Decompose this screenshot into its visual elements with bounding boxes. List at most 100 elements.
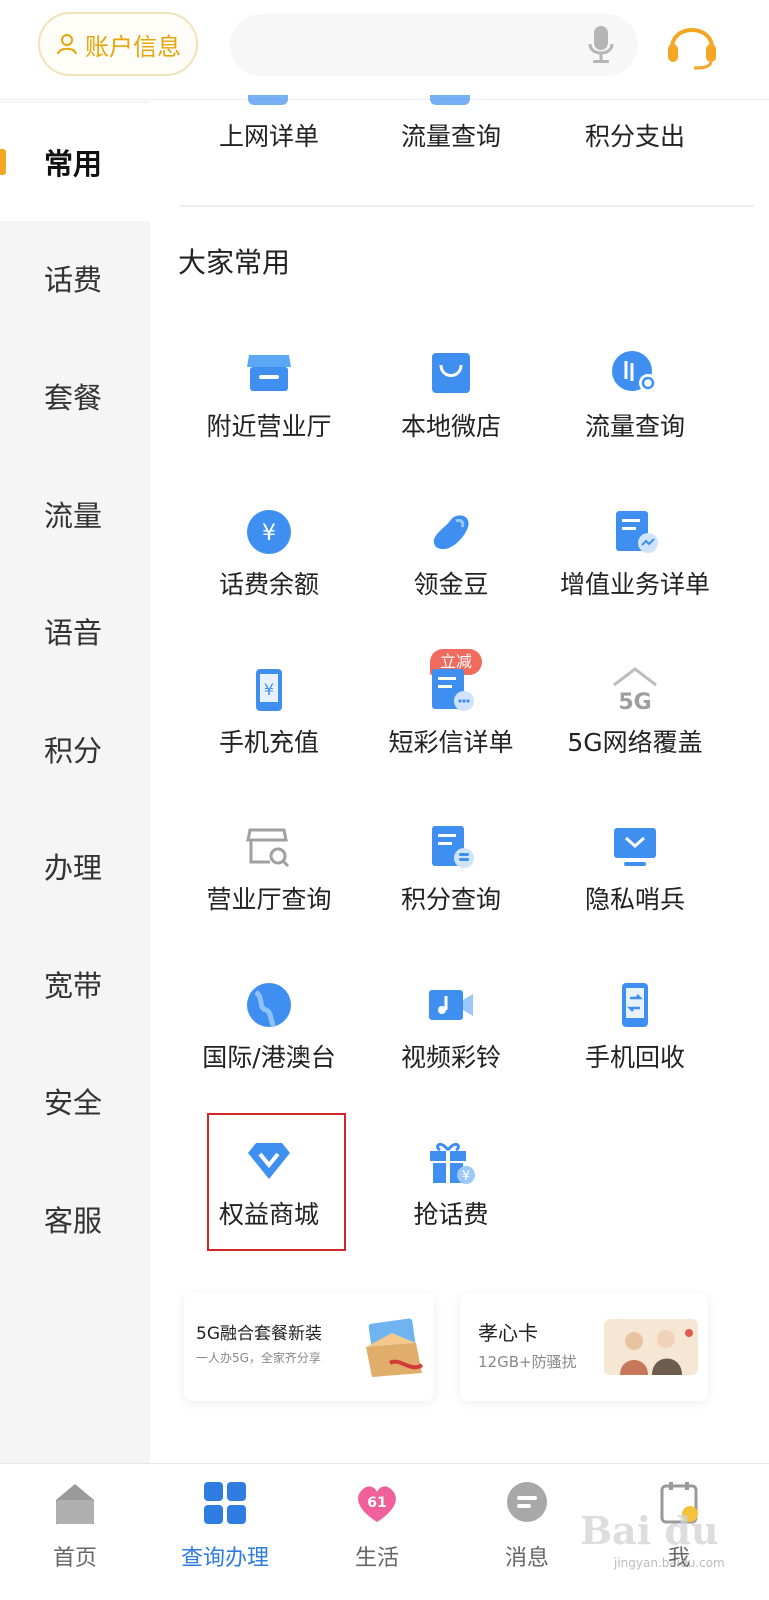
grid-item-label: 抢话费: [413, 1200, 489, 1229]
search-input[interactable]: [230, 14, 638, 76]
sidebar-item-label: 语音: [44, 616, 103, 650]
account-info-label: 账户信息: [85, 32, 181, 61]
sidebar-item-phone-bill[interactable]: 话费: [0, 219, 150, 337]
document-message-icon: [432, 669, 474, 711]
grid-item-label: 增值业务详单: [559, 570, 710, 599]
video-ringtone-icon: [429, 990, 473, 1020]
bill-balance-button[interactable]: ¥ 话费余额: [174, 507, 364, 647]
home-icon: [56, 1484, 94, 1524]
data-query-button[interactable]: 流量查询: [540, 349, 730, 489]
sidebar-item-security[interactable]: 安全: [0, 1042, 150, 1160]
phone-topup-button[interactable]: ¥ 手机充值: [174, 665, 364, 805]
internet-detail-link[interactable]: 上网详单: [174, 117, 364, 153]
data-query-icon: [612, 351, 657, 392]
nav-label: 首页: [52, 1546, 97, 1571]
grid-item-label: 话费余额: [218, 570, 319, 599]
grid-item-label: 营业厅查询: [206, 885, 332, 914]
sidebar-item-label: 话费: [44, 263, 103, 297]
grab-bill-credit-button[interactable]: ¥ 抢话费: [356, 1137, 546, 1277]
svg-text:¥: ¥: [264, 680, 274, 699]
sidebar-item-voice[interactable]: 语音: [0, 572, 150, 690]
section-divider: [180, 205, 754, 207]
grid-item-label: 本地微店: [400, 412, 501, 441]
grid-item-label: 短彩信详单: [388, 728, 514, 757]
bean-icon: [433, 515, 469, 550]
sidebar-item-label: 套餐: [44, 381, 103, 415]
sidebar-item-common[interactable]: 常用: [0, 103, 150, 221]
shopping-bag-icon: [432, 353, 470, 393]
5g-coverage-icon: 5G: [613, 667, 657, 715]
phone-recycle-icon: [622, 983, 648, 1027]
5g-coverage-button[interactable]: 5G 5G网络覆盖: [540, 665, 730, 805]
svg-text:5G: 5G: [618, 690, 651, 715]
top-bar: 账户信息: [0, 0, 769, 100]
sidebar-item-plan[interactable]: 套餐: [0, 337, 150, 455]
sidebar-item-label: 客服: [44, 1204, 103, 1238]
sms-mms-detail-button[interactable]: 短彩信详单: [356, 665, 546, 805]
grid-item-label: 5G网络覆盖: [567, 728, 703, 757]
highlight-box: [207, 1113, 346, 1251]
sidebar-item-broadband[interactable]: 宽带: [0, 925, 150, 1043]
document-chart-icon: [616, 511, 658, 553]
sidebar-item-label: 常用: [44, 147, 103, 181]
main-content: 上网详单 流量查询 积分支出 大家常用 附近营业厅 本地微店 流量查询 ¥ 话费…: [150, 95, 769, 1463]
video-ringtone-button[interactable]: 视频彩铃: [356, 980, 546, 1120]
privacy-monitor-icon: [614, 828, 656, 866]
data-query-link[interactable]: 流量查询: [356, 117, 546, 153]
watermark-text: Bai du: [580, 1508, 719, 1553]
baidu-watermark: Bai du jingyan.baidu.com: [580, 1508, 725, 1570]
sidebar-item-customer-service[interactable]: 客服: [0, 1160, 150, 1278]
value-added-detail-button[interactable]: 增值业务详单: [540, 507, 730, 647]
privacy-sentinel-button[interactable]: 隐私哨兵: [540, 822, 730, 962]
watermark-url: jingyan.baidu.com: [614, 1556, 725, 1570]
promo-title: 5G融合套餐新装: [196, 1324, 322, 1344]
grid-item-label: 隐私哨兵: [584, 885, 685, 914]
nav-life[interactable]: 61 生活: [302, 1480, 452, 1590]
sidebar-item-label: 积分: [44, 734, 103, 768]
gold-bean-button[interactable]: 领金豆: [356, 507, 546, 647]
grid-item-label: 国际/港澳台: [202, 1043, 336, 1072]
sidebar-item-label: 流量: [44, 499, 103, 533]
sidebar-item-handle[interactable]: 办理: [0, 807, 150, 925]
previous-section-row: 上网详单 流量查询 积分支出: [150, 95, 769, 205]
local-micro-shop-button[interactable]: 本地微店: [356, 349, 546, 489]
grid-item-label: 领金豆: [413, 570, 489, 599]
promo-card-filial-card[interactable]: 孝心卡 12GB+防骚扰: [460, 1293, 708, 1401]
nav-home[interactable]: 首页: [0, 1480, 150, 1590]
sidebar-item-points[interactable]: 积分: [0, 690, 150, 808]
message-icon: [507, 1482, 547, 1522]
points-expense-link[interactable]: 积分支出: [540, 117, 730, 153]
store-icon: [247, 355, 291, 391]
sidebar-item-data[interactable]: 流量: [0, 455, 150, 573]
grid-item-label: 附近营业厅: [206, 412, 332, 441]
section-title: 大家常用: [178, 246, 291, 279]
document-coins-icon: [432, 826, 474, 868]
sidebar-item-label: 宽带: [44, 969, 103, 1003]
nav-query-handle[interactable]: 查询办理: [150, 1480, 300, 1590]
nav-label: 生活: [354, 1546, 399, 1571]
account-info-button[interactable]: 账户信息: [38, 12, 198, 76]
international-roaming-button[interactable]: 国际/港澳台: [174, 980, 364, 1120]
svg-text:¥: ¥: [462, 1169, 470, 1184]
grid-item-label: 手机充值: [218, 728, 319, 757]
nearby-store-button[interactable]: 附近营业厅: [174, 349, 364, 489]
store-query-button[interactable]: 营业厅查询: [174, 822, 364, 962]
category-sidebar: 常用 话费 套餐 流量 语音 积分 办理 宽带 安全 客服: [0, 101, 150, 1463]
customer-service-icon[interactable]: [664, 18, 720, 72]
yuan-coin-icon: ¥: [247, 510, 291, 554]
partial-icon: [430, 95, 470, 105]
sidebar-item-label: 安全: [44, 1086, 103, 1120]
promo-card-5g-bundle[interactable]: 5G融合套餐新装 一人办5G，全家齐分享: [184, 1293, 434, 1401]
svg-text:¥: ¥: [262, 521, 276, 546]
grid-apps-icon: [204, 1482, 246, 1524]
phone-recycle-button[interactable]: 手机回收: [540, 980, 730, 1120]
partial-icon: [248, 95, 288, 105]
microphone-icon[interactable]: [588, 26, 614, 64]
svg-text:61: 61: [367, 1495, 386, 1511]
phone-topup-icon: ¥: [256, 669, 282, 711]
grid-item-label: 手机回收: [584, 1043, 685, 1072]
promo-title: 孝心卡: [478, 1321, 538, 1345]
user-icon: [57, 34, 77, 55]
points-query-button[interactable]: 积分查询: [356, 822, 546, 962]
gift-icon: ¥: [430, 1142, 475, 1184]
